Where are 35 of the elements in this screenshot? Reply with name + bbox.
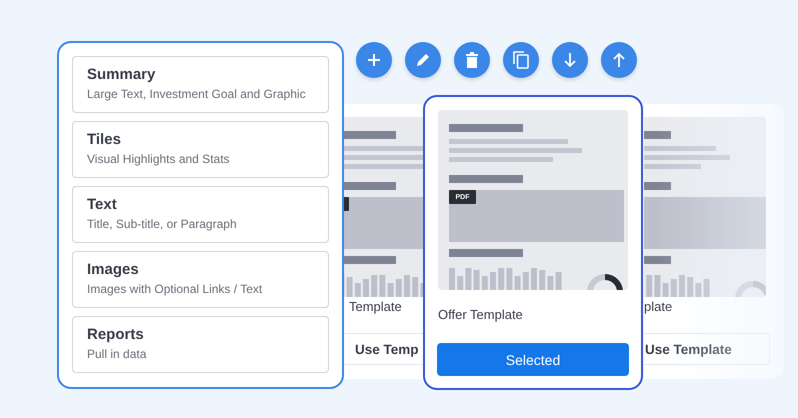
add-button[interactable] (356, 42, 392, 78)
block-option[interactable]: Text Title, Sub-title, or Paragraph (72, 186, 329, 243)
option-title: Reports (87, 326, 145, 343)
option-description: Images with Optional Links / Text (87, 282, 264, 296)
block-option[interactable]: Summary Large Text, Investment Goal and Graphic (72, 56, 329, 113)
delete-button[interactable] (454, 42, 490, 78)
copy-button[interactable] (503, 42, 539, 78)
option-description: Large Text, Investment Goal and Graphic (87, 87, 307, 101)
card-title: plate (644, 299, 672, 314)
arrow-up-icon (613, 53, 625, 67)
card-title: Offer Template (438, 307, 523, 322)
option-description: Pull in data (87, 347, 148, 361)
selected-button[interactable]: Selected (437, 343, 629, 376)
use-template-button[interactable]: Use Temp (344, 333, 423, 365)
edit-button[interactable] (405, 42, 441, 78)
template-card[interactable]: Template Use Temp (344, 104, 423, 379)
move-down-button[interactable] (552, 42, 588, 78)
use-template-button[interactable]: Use Template (644, 333, 770, 365)
plus-icon (367, 53, 381, 67)
copy-icon (513, 51, 529, 69)
trash-icon (466, 52, 478, 68)
block-option[interactable]: Images Images with Optional Links / Text (72, 251, 329, 308)
option-title: Tiles (87, 131, 122, 148)
option-description: Title, Sub-title, or Paragraph (87, 217, 238, 231)
pencil-icon (415, 52, 431, 68)
move-up-button[interactable] (601, 42, 637, 78)
option-description: Visual Highlights and Stats (87, 152, 231, 166)
arrow-down-icon (564, 53, 576, 67)
block-option[interactable]: Tiles Visual Highlights and Stats (72, 121, 329, 178)
template-card[interactable]: plate Use Template (644, 104, 784, 379)
option-title: Text (87, 196, 118, 213)
option-title: Images (87, 261, 140, 278)
block-option[interactable]: Reports Pull in data (72, 316, 329, 373)
card-title: Template (349, 299, 402, 314)
option-title: Summary (87, 66, 156, 83)
